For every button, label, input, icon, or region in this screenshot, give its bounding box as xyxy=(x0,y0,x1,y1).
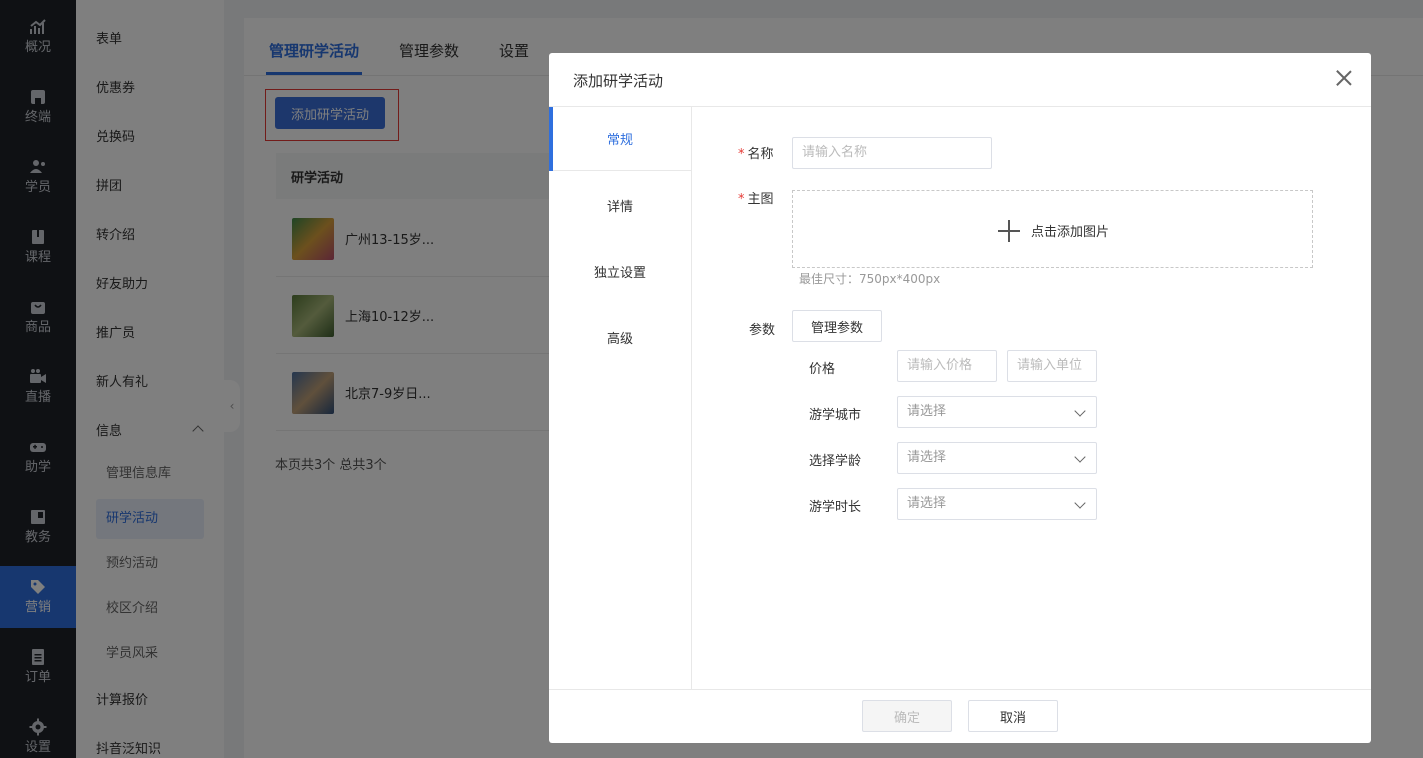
chevron-down-icon xyxy=(1074,497,1086,509)
duration-label: 游学时长 xyxy=(809,500,862,515)
plus-icon xyxy=(998,220,1020,242)
cancel-button[interactable]: 取消 xyxy=(968,700,1058,732)
dialog-tabs: 常规 详情 独立设置 高级 xyxy=(549,107,692,689)
manage-params-button[interactable]: 管理参数 xyxy=(792,310,882,342)
tab-label: 常规 xyxy=(606,133,633,148)
select-placeholder: 请选择 xyxy=(907,496,947,511)
unit-input[interactable]: 请输入单位 xyxy=(1007,350,1097,382)
age-label: 选择学龄 xyxy=(809,454,862,469)
chevron-down-icon xyxy=(1074,405,1086,417)
tab-label: 独立设置 xyxy=(593,265,646,281)
name-label: * 名称 xyxy=(738,143,774,162)
price-label: 价格 xyxy=(809,362,836,377)
select-placeholder: 请选择 xyxy=(907,404,947,419)
confirm-button[interactable]: 确定 xyxy=(862,700,952,732)
params-label: 参数 xyxy=(749,323,776,338)
tab-label: 详情 xyxy=(606,199,633,215)
active-tab-bar xyxy=(549,107,553,171)
tab-label: 高级 xyxy=(606,331,633,347)
city-label: 游学城市 xyxy=(809,408,862,423)
image-label-text: 主图 xyxy=(747,192,774,207)
close-icon[interactable] xyxy=(1336,70,1352,86)
name-label-text: 名称 xyxy=(747,147,774,162)
select-placeholder: 请选择 xyxy=(907,450,947,465)
tab-advanced[interactable]: 高级 xyxy=(549,305,691,369)
required-mark: * xyxy=(738,147,745,162)
add-activity-dialog: 添加研学活动 常规 详情 独立设置 高级 * 名称 请输入名称 * 主图 点击添加图… xyxy=(549,53,1371,743)
tab-general[interactable]: 常规 xyxy=(549,107,691,171)
tab-details[interactable]: 详情 xyxy=(549,173,691,237)
duration-select[interactable]: 请选择 xyxy=(897,488,1097,520)
chevron-down-icon xyxy=(1074,451,1086,463)
upload-text: 点击添加图片 xyxy=(1031,225,1110,240)
name-input[interactable]: 请输入名称 xyxy=(792,137,992,169)
required-mark: * xyxy=(738,192,745,207)
divider xyxy=(549,689,1371,690)
tab-independent-settings[interactable]: 独立设置 xyxy=(549,239,691,303)
price-input[interactable]: 请输入价格 xyxy=(897,350,997,382)
dialog-title: 添加研学活动 xyxy=(573,72,664,90)
city-select[interactable]: 请选择 xyxy=(897,396,1097,428)
image-size-hint: 最佳尺寸：750px*400px xyxy=(799,272,941,286)
image-upload-area[interactable]: 点击添加图片 xyxy=(792,190,1313,268)
age-select[interactable]: 请选择 xyxy=(897,442,1097,474)
image-label: * 主图 xyxy=(738,188,774,207)
